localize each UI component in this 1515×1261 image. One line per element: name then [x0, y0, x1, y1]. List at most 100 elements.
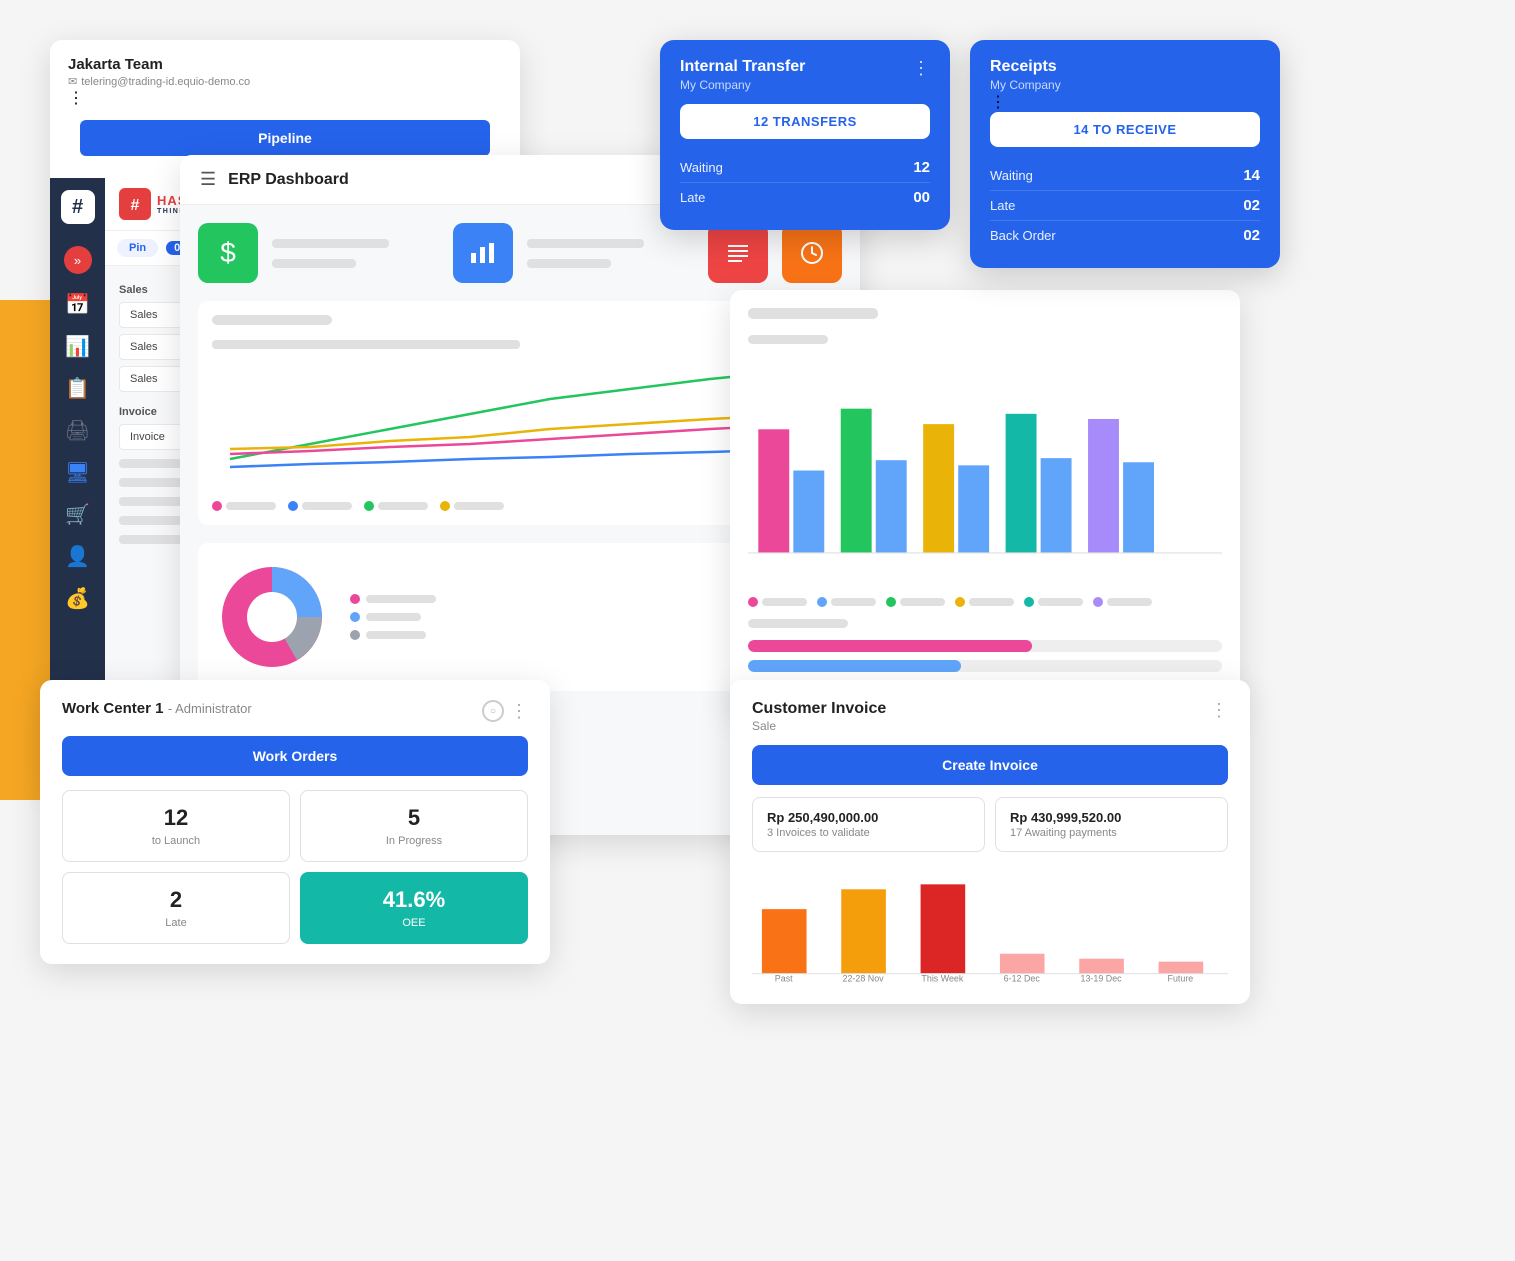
legend-blue	[288, 501, 352, 511]
receipts-card: Receipts My Company ⋮ 14 TO RECEIVE Wait…	[970, 40, 1280, 268]
receipts-stat-waiting: Waiting 14	[990, 161, 1260, 191]
invoice-amount-1: Rp 250,490,000.00	[767, 810, 970, 825]
legend-green	[212, 501, 276, 511]
nav-icon-chart[interactable]: 📊	[58, 328, 98, 364]
legend-item-4	[955, 597, 1014, 607]
stat-late: 2 Late	[62, 872, 290, 944]
invoice-stat-awaiting: Rp 430,999,520.00 17 Awaiting payments	[995, 797, 1228, 852]
legend-item-6	[1093, 597, 1152, 607]
receipts-stat-late: Late 02	[990, 191, 1260, 221]
svg-text:Future: Future	[1168, 974, 1194, 984]
expand-button[interactable]: »	[64, 246, 92, 274]
legend-green2	[364, 501, 428, 511]
bar-chart-subtitle	[748, 335, 828, 344]
erp-icon-row: $	[198, 223, 842, 283]
hashmicro-logo-icon: #	[119, 188, 151, 220]
transfer-more-icon[interactable]: ⋮	[912, 58, 930, 79]
svg-text:13-19 Dec: 13-19 Dec	[1081, 974, 1123, 984]
internal-transfer-card: Internal Transfer My Company ⋮ 12 TRANSF…	[660, 40, 950, 230]
progress-bar-1	[748, 640, 1222, 652]
receipts-more-icon[interactable]: ⋮	[990, 94, 1006, 111]
erp-icon-list	[708, 223, 768, 283]
receipts-button[interactable]: 14 TO RECEIVE	[990, 112, 1260, 147]
receipts-title-group: Receipts My Company	[990, 58, 1260, 92]
team-email: ✉ telering@trading-id.equio-demo.co	[68, 75, 502, 88]
erp-text-placeholder	[272, 236, 439, 271]
transfer-subtitle: My Company	[680, 78, 805, 92]
invoice-header: Customer Invoice Sale ⋮	[752, 700, 1228, 733]
pipeline-button[interactable]: Pipeline	[80, 120, 490, 156]
svg-text:#: #	[131, 197, 140, 214]
invoice-more-icon[interactable]: ⋮	[1210, 700, 1228, 721]
pie-legend-gray	[350, 630, 436, 640]
legend-item-5	[1024, 597, 1083, 607]
invoice-title-group: Customer Invoice Sale	[752, 700, 886, 733]
receipts-stat-backorder: Back Order 02	[990, 221, 1260, 250]
receipts-header: Receipts My Company ⋮	[990, 58, 1260, 112]
stat-oee: 41.6% OEE	[300, 872, 528, 944]
erp-icon-clock	[782, 223, 842, 283]
transfer-stat-waiting: Waiting 12	[680, 153, 930, 183]
nav-icon-monitor[interactable]: 🖥	[58, 454, 98, 490]
workcenter-more-icon[interactable]: ⋮	[510, 701, 528, 722]
receipts-subtitle: My Company	[990, 78, 1260, 92]
svg-text:22-28 Nov: 22-28 Nov	[843, 974, 885, 984]
workcenter-admin: Administrator	[175, 701, 252, 716]
late-label: Late	[73, 917, 279, 929]
svg-text:This Week: This Week	[921, 974, 963, 984]
invoice-desc-1: 3 Invoices to validate	[767, 827, 970, 839]
nav-icon-cart[interactable]: 🛒	[58, 496, 98, 532]
stat-in-progress: 5 In Progress	[300, 790, 528, 862]
erp-icon-dollar: $	[198, 223, 258, 283]
workcenter-card: Work Center 1 - Administrator ○ ⋮ Work O…	[40, 680, 550, 964]
erp-text-placeholder2	[527, 236, 694, 271]
to-launch-value: 12	[73, 805, 279, 831]
workcenter-title-group: Work Center 1 - Administrator	[62, 700, 252, 718]
transfer-header: Internal Transfer My Company ⋮	[680, 58, 930, 92]
work-orders-button[interactable]: Work Orders	[62, 736, 528, 776]
create-invoice-button[interactable]: Create Invoice	[752, 745, 1228, 785]
oee-label: OEE	[311, 917, 517, 929]
workcenter-stats-grid: 12 to Launch 5 In Progress 2 Late 41.6% …	[62, 790, 528, 944]
workcenter-controls: ○ ⋮	[482, 700, 528, 722]
receipts-title: Receipts	[990, 58, 1260, 76]
nav-icon-list[interactable]: 📋	[58, 370, 98, 406]
nav-icon-person[interactable]: 👤	[58, 538, 98, 574]
bar-chart-area	[748, 356, 1222, 585]
legend-item-2	[817, 597, 876, 607]
legend-item-1	[748, 597, 807, 607]
pie-legend-blue	[350, 612, 436, 622]
in-progress-value: 5	[311, 805, 517, 831]
hamburger-icon[interactable]: ☰	[200, 169, 216, 190]
filter-pill[interactable]: Pin	[117, 239, 158, 257]
progress-title	[748, 619, 848, 628]
hash-icon: #	[61, 190, 95, 224]
erp-icon-chart	[453, 223, 513, 283]
invoice-subtitle: Sale	[752, 719, 886, 733]
nav-icon-print[interactable]: 🖨	[58, 412, 98, 448]
to-launch-label: to Launch	[73, 835, 279, 847]
customer-invoice-card: Customer Invoice Sale ⋮ Create Invoice R…	[730, 680, 1250, 1004]
legend-yellow	[440, 501, 504, 511]
transfer-title-group: Internal Transfer My Company	[680, 58, 805, 92]
sidebar-more-icon[interactable]: ⋮	[68, 90, 84, 107]
svg-text:Past: Past	[775, 974, 793, 984]
invoice-amount-2: Rp 430,999,520.00	[1010, 810, 1213, 825]
invoice-stats: Rp 250,490,000.00 3 Invoices to validate…	[752, 797, 1228, 852]
workcenter-circle-icon[interactable]: ○	[482, 700, 504, 722]
transfers-button[interactable]: 12 TRANSFERS	[680, 104, 930, 139]
invoice-stat-validate: Rp 250,490,000.00 3 Invoices to validate	[752, 797, 985, 852]
nav-icon-calendar[interactable]: 📅	[58, 286, 98, 322]
bar-chart-svg	[748, 356, 1222, 585]
pie-chart-svg	[212, 557, 332, 677]
nav-icon-wallet[interactable]: 💰	[58, 580, 98, 616]
pie-legend	[350, 594, 436, 640]
bar-chart-title	[748, 308, 878, 319]
team-name: Jakarta Team	[68, 56, 502, 73]
transfer-stat-late: Late 00	[680, 183, 930, 212]
svg-text:6-12 Dec: 6-12 Dec	[1004, 974, 1041, 984]
chart-subtitle-bar	[212, 340, 520, 349]
invoice-bar-chart: Past 22-28 Nov This Week 6-12 Dec 13-19 …	[752, 864, 1228, 984]
workcenter-title: Work Center 1	[62, 700, 163, 717]
nav-logo: #	[59, 188, 97, 226]
